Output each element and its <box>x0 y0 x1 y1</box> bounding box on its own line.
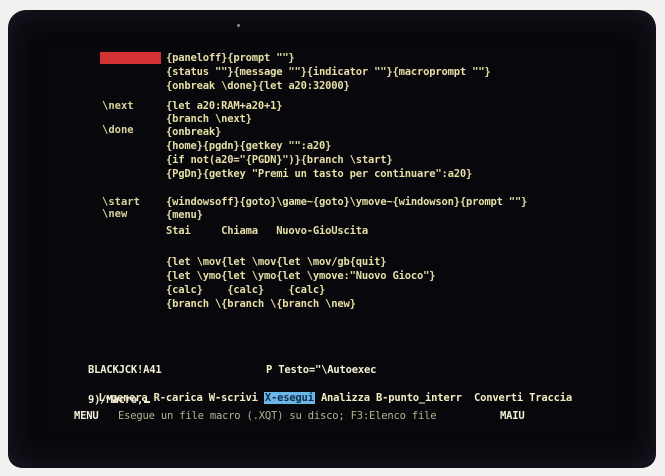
autoexec-label-text: \Autoexec <box>100 52 161 64</box>
menu-converti[interactable]: Converti <box>474 392 523 404</box>
code-line[interactable]: {paneloff}{prompt ""} <box>166 52 295 64</box>
menu-punto-interr[interactable]: B-punto_interr <box>376 392 462 404</box>
cell-reference: BLACKJCK!A41 <box>88 364 162 376</box>
menu-traccia[interactable]: Traccia <box>529 392 572 404</box>
code-line[interactable]: {onbreak \done}{let a20:32000} <box>166 80 350 92</box>
macro-label-autoexec[interactable]: \Autoexec <box>100 52 161 64</box>
menu-analizza[interactable]: Analizza <box>321 392 370 404</box>
code-line[interactable]: Stai Chiama Nuovo-GioUscita <box>166 225 368 237</box>
macro-label-next[interactable]: \next <box>102 100 134 112</box>
code-line[interactable]: {branch \{branch \{branch \new} <box>166 298 356 310</box>
code-line[interactable]: {if not(a20="{PGDN}")}{branch \start} <box>166 154 393 166</box>
code-line[interactable]: {home}{pgdn}{getkey "":a20} <box>166 140 331 152</box>
command-input-line[interactable]: 9)/Macro, <box>88 394 151 406</box>
code-line[interactable]: {let \mov{let \mov{let \mov/gb{quit} <box>166 256 387 268</box>
code-line[interactable]: {PgDn}{getkey "Premi un tasto per contin… <box>166 168 472 180</box>
cell-content: P Testo="\Autoexec <box>266 364 377 376</box>
caps-indicator: MAIU <box>500 410 525 422</box>
macro-label-new[interactable]: \new <box>102 208 127 220</box>
screen-dust-speck <box>237 24 240 27</box>
text-cursor <box>144 401 151 403</box>
code-line[interactable]: {status ""}{message ""}{indicator ""}{ma… <box>166 66 491 78</box>
menu-esegui[interactable]: X-esegui <box>263 392 315 404</box>
code-line[interactable]: {onbreak} <box>166 126 221 138</box>
code-line[interactable]: {let a20:RAM+a20+1} <box>166 100 283 112</box>
code-line[interactable]: {menu} <box>166 209 203 221</box>
crt-screen: \Autoexec \next \done \start \new {panel… <box>8 10 656 468</box>
help-description: Esegue un file macro (.XQT) su disco; F3… <box>118 410 437 422</box>
macro-label-start[interactable]: \start <box>102 196 140 208</box>
code-line[interactable]: {windowsoff}{goto}\game~{goto}\ymove~{wi… <box>166 196 527 208</box>
mode-indicator: MENU <box>74 410 99 422</box>
code-line[interactable]: {let \ymo{let \ymo{let \ymove:"Nuovo Gio… <box>166 270 436 282</box>
menu-carica[interactable]: R-carica <box>154 392 203 404</box>
code-line[interactable]: {calc} {calc} {calc} <box>166 284 325 296</box>
menu-scrivi[interactable]: W-scrivi <box>209 392 258 404</box>
macro-path: 9)/Macro, <box>88 394 144 406</box>
macro-label-done[interactable]: \done <box>102 124 134 136</box>
code-line[interactable]: {branch \next} <box>166 113 252 125</box>
